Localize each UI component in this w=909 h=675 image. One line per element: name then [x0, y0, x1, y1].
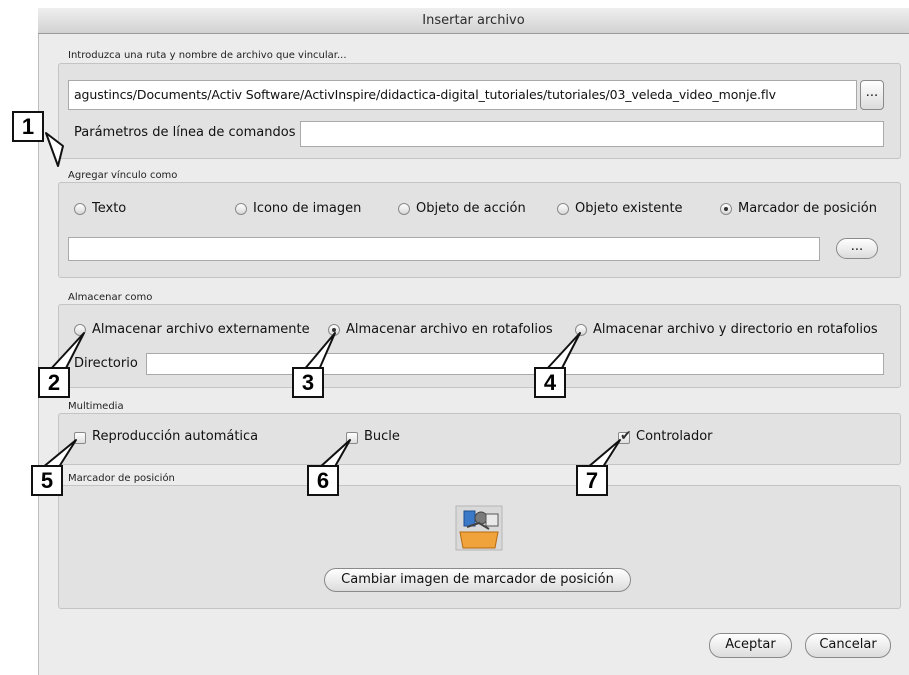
callout-4: 4 [534, 367, 566, 398]
radio-texto[interactable] [74, 203, 86, 215]
autoplay-checkbox[interactable] [74, 432, 86, 444]
directory-input[interactable] [146, 353, 884, 375]
link-as-legend: Agregar vínculo como [68, 170, 178, 181]
dialog-title: Insertar archivo [38, 8, 909, 34]
radio-objeto-accion[interactable] [398, 203, 410, 215]
controller-checkbox[interactable]: ✔ [618, 428, 632, 444]
link-browse-button[interactable]: ... [836, 238, 878, 259]
radio-objeto-existente-label[interactable]: Objeto existente [575, 201, 683, 216]
directory-label: Directorio [74, 356, 138, 371]
radio-almacenar-externamente[interactable] [74, 324, 86, 336]
browse-path-button[interactable]: ... [860, 80, 884, 110]
cancel-button[interactable]: Cancelar [805, 633, 891, 658]
multimedia-legend: Multimedia [68, 401, 124, 412]
radio-objeto-accion-label[interactable]: Objeto de acción [416, 201, 526, 216]
radio-almacenar-externamente-label[interactable]: Almacenar archivo externamente [92, 322, 310, 337]
callout-3: 3 [292, 367, 324, 398]
path-prompt-label: Introduzca una ruta y nombre de archivo … [68, 50, 347, 61]
radio-objeto-existente[interactable] [557, 203, 569, 215]
radio-icono-imagen[interactable] [235, 203, 247, 215]
placeholder-media-icon [455, 505, 503, 551]
controller-label[interactable]: Controlador [636, 429, 713, 444]
callout-2: 2 [38, 367, 70, 398]
radio-almacenar-directorio[interactable] [575, 324, 587, 336]
store-as-legend: Almacenar como [68, 292, 153, 303]
link-text-input[interactable] [68, 237, 820, 261]
radio-almacenar-directorio-label[interactable]: Almacenar archivo y directorio en rotafo… [593, 322, 878, 337]
callout-6: 6 [307, 465, 339, 496]
params-input[interactable] [300, 121, 884, 147]
autoplay-label[interactable]: Reproducción automática [92, 429, 258, 444]
radio-almacenar-rotafolios[interactable] [328, 324, 340, 336]
link-as-group [58, 182, 901, 278]
radio-icono-imagen-label[interactable]: Icono de imagen [253, 201, 361, 216]
accept-button[interactable]: Aceptar [709, 633, 792, 658]
radio-texto-label[interactable]: Texto [92, 201, 126, 216]
callout-7: 7 [576, 465, 608, 496]
store-as-group [58, 304, 901, 388]
loop-label[interactable]: Bucle [364, 429, 400, 444]
radio-marcador-posicion-label[interactable]: Marcador de posición [738, 201, 877, 216]
placeholder-legend: Marcador de posición [68, 473, 175, 484]
callout-1: 1 [12, 111, 44, 142]
change-placeholder-image-button[interactable]: Cambiar imagen de marcador de posición [324, 568, 631, 592]
params-label: Parámetros de línea de comandos [74, 125, 296, 140]
file-path-input[interactable]: agustincs/Documents/Activ Software/Activ… [68, 80, 857, 110]
radio-almacenar-rotafolios-label[interactable]: Almacenar archivo en rotafolios [346, 322, 553, 337]
checkmark-icon: ✔ [620, 428, 632, 444]
loop-checkbox[interactable] [346, 432, 358, 444]
radio-marcador-posicion[interactable] [720, 203, 732, 215]
callout-5: 5 [31, 465, 63, 496]
